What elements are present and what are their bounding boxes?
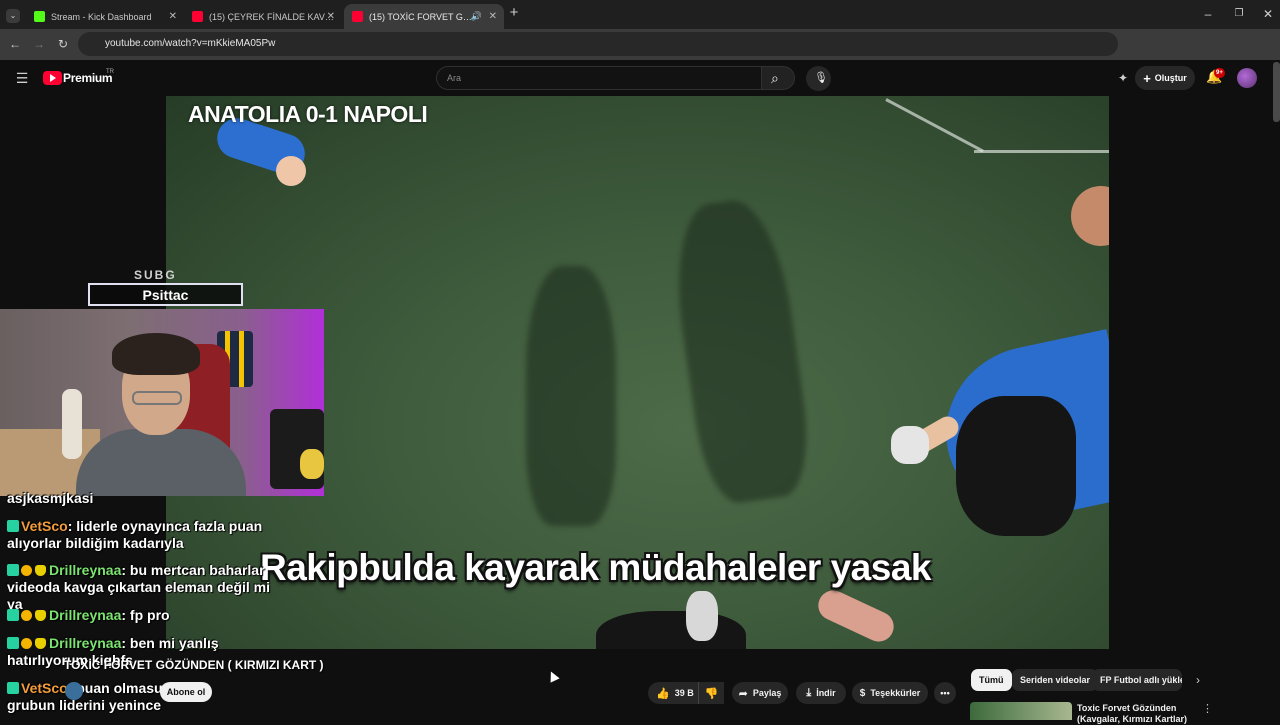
tab-ceyrek-finalde[interactable]: (15) ÇEYREK FİNALDE KAVGA Ç ✕	[184, 4, 342, 29]
thumbs-down-icon: 👎	[704, 687, 719, 700]
chat-message: asjkasmjkasi	[7, 490, 94, 506]
tab-search-icon[interactable]: ⌄	[6, 9, 20, 23]
streamer-name-box: Psittac	[88, 283, 243, 306]
youtube-logo-text[interactable]: Premium	[63, 71, 113, 85]
forward-icon[interactable]: →	[32, 38, 46, 50]
more-actions-button[interactable]: •••	[934, 682, 956, 704]
subscriber-badge-icon	[7, 564, 19, 576]
chip-all[interactable]: Tümü	[971, 669, 1012, 691]
reload-icon[interactable]: ↻	[56, 38, 70, 50]
share-button[interactable]: ➦ Paylaş	[732, 682, 788, 704]
close-icon[interactable]: ✕	[489, 11, 497, 22]
speaker-icon[interactable]: 🔊	[471, 11, 482, 22]
vip-badge-icon	[35, 610, 46, 621]
browser-tab-bar: ⌄ Stream - Kick Dashboard ✕ (15) ÇEYREK …	[0, 0, 1280, 29]
webcam-overlay	[0, 309, 324, 496]
field-line	[885, 98, 984, 153]
player-shadow	[526, 266, 616, 526]
voice-search-button[interactable]: 🎙	[806, 66, 831, 91]
player-arm	[276, 156, 306, 186]
thanks-button[interactable]: $ Teşekkürler	[852, 682, 928, 704]
search-input[interactable]: Ara	[436, 66, 762, 90]
gift-badge-icon	[21, 610, 32, 621]
vip-badge-icon	[35, 638, 46, 649]
video-subtitle: Rakipbulda kayarak müdahaleler yasak	[260, 547, 931, 588]
close-window-icon[interactable]: ✕	[1260, 8, 1276, 20]
tab-kick-dashboard[interactable]: Stream - Kick Dashboard ✕	[26, 4, 184, 29]
subscriber-badge-icon	[7, 637, 19, 649]
mouse-cursor-icon	[546, 669, 560, 683]
subscriber-badge-icon	[7, 609, 19, 621]
menu-kebab-icon[interactable]: ⋮	[1202, 703, 1213, 715]
thumbs-up-icon: 👍	[656, 687, 670, 700]
close-icon[interactable]: ✕	[327, 11, 335, 22]
score-overlay: ANATOLIA 0-1 NAPOLI	[188, 101, 428, 127]
gift-badge-icon	[21, 638, 32, 649]
chevron-right-icon[interactable]: ›	[1192, 674, 1204, 686]
streamer-body	[76, 429, 246, 496]
tab-toxic-forvet[interactable]: (15) TOXİC FORVET GÖZÜN 🔊 ✕	[344, 4, 504, 29]
chat-message: Drillreynaa: fp pro	[7, 607, 170, 624]
stream-chat-overlay: asjkasmjkasi VetSco: liderle oynayınca f…	[0, 490, 290, 720]
close-icon[interactable]: ✕	[169, 11, 177, 22]
player-shoe	[891, 426, 929, 464]
streamer-hair	[112, 333, 200, 375]
video-title: TOXİC FORVET GÖZÜNDEN ( KIRMIZI KART )	[64, 658, 324, 672]
chip-uploader[interactable]: FP Futbol adlı yükley	[1092, 669, 1182, 691]
chip-series-videos[interactable]: Seriden videolar	[1012, 669, 1099, 691]
sparkle-icon[interactable]: ✦	[1116, 72, 1130, 84]
field-line	[974, 150, 1109, 153]
download-button[interactable]: ⤓ İndir	[796, 682, 846, 704]
kick-icon	[34, 11, 45, 22]
minimize-icon[interactable]: –	[1200, 8, 1216, 20]
download-icon: ⤓	[806, 686, 812, 699]
vip-badge-icon	[35, 565, 46, 576]
player-shoe	[686, 591, 718, 641]
search-icon: ⌕	[771, 70, 779, 86]
guitar	[62, 389, 82, 459]
new-tab-button[interactable]: +	[507, 5, 521, 20]
chat-message: Drillreynaa: bu mertcan baharlar videoda…	[7, 562, 270, 612]
notification-count-badge: 9+	[1214, 68, 1225, 78]
youtube-logo-icon[interactable]	[43, 71, 62, 85]
url-text: youtube.com/watch?v=mKkieMA05Pw	[105, 38, 276, 49]
glasses	[132, 391, 182, 405]
search-button[interactable]: ⌕	[761, 66, 795, 90]
player-shadow	[665, 194, 817, 508]
recommendation-thumbnail[interactable]	[970, 702, 1072, 720]
subscriber-badge-icon	[7, 520, 19, 532]
microphone-icon: 🎙	[814, 72, 828, 84]
youtube-icon	[192, 11, 203, 22]
more-horizontal-icon: •••	[940, 688, 950, 698]
figurine	[300, 449, 324, 479]
gift-badge-icon	[21, 565, 32, 576]
subscriber-badge-icon	[7, 682, 19, 694]
player-arm	[813, 585, 899, 647]
subscribe-button[interactable]: Abone ol	[160, 682, 212, 702]
share-icon: ➦	[738, 687, 748, 700]
channel-avatar[interactable]	[65, 682, 83, 700]
avatar[interactable]	[1237, 68, 1257, 88]
scrollbar[interactable]	[1273, 62, 1280, 122]
back-icon[interactable]: ←	[8, 38, 22, 50]
restore-icon[interactable]: ❐	[1231, 8, 1247, 20]
recommendation-title[interactable]: Toxic Forvet Gözünden (Kavgalar, Kırmızı…	[1077, 703, 1197, 725]
hamburger-menu-icon[interactable]: ☰	[14, 71, 30, 85]
dislike-button[interactable]: 👎	[698, 682, 724, 704]
player-head	[1071, 186, 1109, 246]
chat-message: VetSco: puan olmasu diğer grubun liderin…	[7, 680, 201, 713]
player-shorts	[956, 396, 1076, 536]
youtube-icon	[352, 11, 363, 22]
plus-icon: +	[1143, 70, 1151, 86]
thanks-icon: $	[859, 687, 866, 699]
create-button[interactable]: + Oluştur	[1135, 66, 1195, 90]
chat-message: VetSco: liderle oynayınca fazla puan alı…	[7, 518, 263, 551]
region-code: TR	[106, 69, 114, 75]
sub-goal-label: SUBG	[134, 268, 177, 282]
player-shorts	[596, 611, 746, 649]
